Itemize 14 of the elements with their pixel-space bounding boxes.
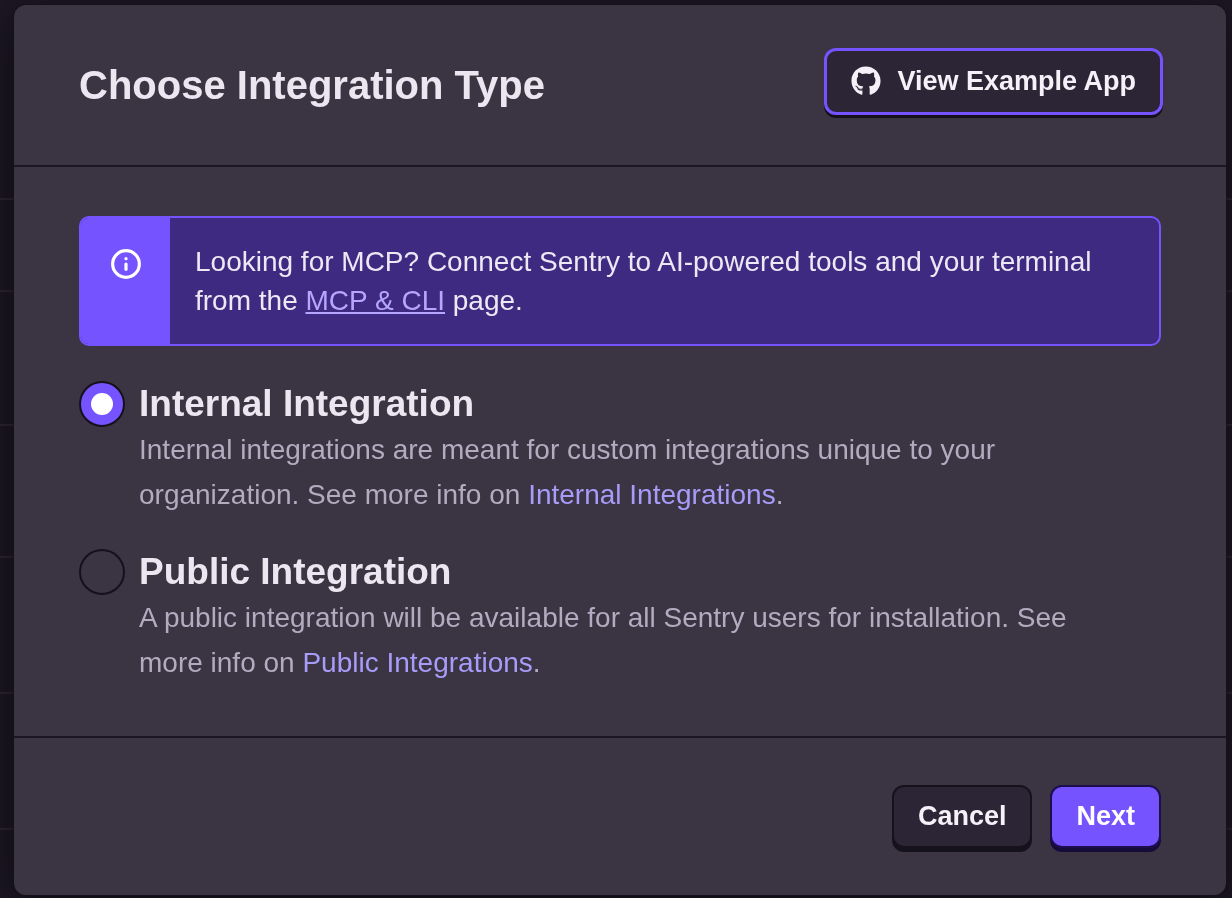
option-title: Internal Integration [139,382,475,426]
docs-link[interactable]: Internal Integrations [528,479,776,510]
mcp-cli-link[interactable]: MCP & CLI [305,285,445,316]
option-description: Internal integrations are meant for custom integrations unique to your organization. See more info on Internal Integrations. [139,433,997,512]
docs-link[interactable]: Public Integrations [302,647,533,678]
radio-button[interactable] [79,549,125,595]
option-description: A public integration will be available for all Sentry users for installation. See more info on Public Integrations. [139,601,1068,680]
radio-button[interactable] [79,381,125,427]
alert-message: Looking for MCP? Connect Sentry to AI-powered tools and your terminal from the MCP & CLI page. [194,245,1093,318]
view-example-app-button[interactable]: View Example App [824,47,1163,115]
info-icon [109,248,142,280]
dialog-title: Choose Integration Type [79,62,545,108]
option-title: Public Integration [139,550,452,594]
github-icon [851,66,882,96]
